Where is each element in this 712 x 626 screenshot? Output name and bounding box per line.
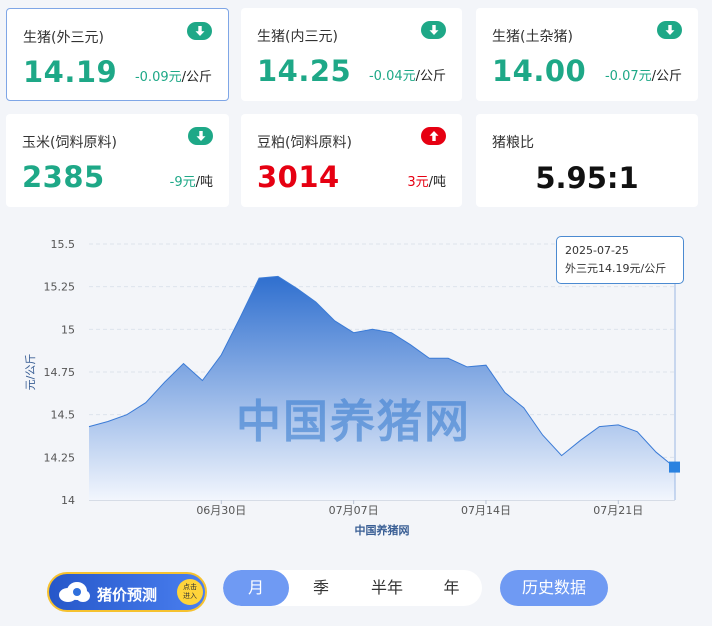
tab-quarter[interactable]: 季	[289, 570, 353, 606]
y-tick-label: 15.5	[51, 238, 76, 251]
arrow-down-icon	[657, 21, 682, 39]
y-tick-label: 15	[61, 323, 75, 336]
click-enter-badge: 点击 进入	[177, 579, 203, 605]
y-axis-label: 元/公斤	[24, 354, 37, 391]
tab-year[interactable]: 年	[421, 570, 482, 606]
change-unit: /公斤	[651, 69, 682, 84]
change-unit: /公斤	[415, 69, 446, 84]
price-forecast-banner[interactable]: 猪价预测 点击 进入	[47, 572, 207, 612]
arrow-down-icon	[187, 22, 212, 40]
change-amount: -9元	[169, 175, 196, 190]
card-hog-grain-ratio[interactable]: 猪粮比 5.95:1	[476, 114, 698, 207]
arrow-up-icon	[421, 127, 446, 145]
x-tick-label: 06月30日	[196, 504, 246, 517]
arrow-down-icon	[188, 127, 213, 145]
change-amount: -0.07元	[604, 69, 652, 84]
y-tick-label: 14	[61, 494, 75, 507]
tab-month[interactable]: 月	[223, 570, 289, 606]
card-change: -0.04元/公斤	[369, 65, 446, 84]
change-unit: /吨	[195, 175, 213, 190]
x-tick-label: 07月14日	[461, 504, 511, 517]
card-title: 豆粕(饲料原料)	[257, 135, 352, 151]
ratio-value: 5.95:1	[535, 161, 639, 195]
watermark: 中国养猪网	[236, 395, 472, 448]
change-amount: -0.04元	[368, 69, 416, 84]
card-soybean-meal[interactable]: 豆粕(饲料原料) 3014 3元/吨	[241, 114, 462, 207]
chart-tooltip: 2025-07-25 外三元14.19元/公斤	[556, 236, 684, 284]
card-corn[interactable]: 玉米(饲料原料) 2385 -9元/吨	[6, 114, 229, 207]
period-selector[interactable]: 月 季 半年 年	[223, 570, 482, 606]
y-tick-label: 15.25	[44, 281, 76, 294]
card-price: 14.25	[257, 54, 352, 88]
hover-point[interactable]	[669, 461, 680, 473]
card-title: 猪粮比	[492, 135, 534, 151]
card-title: 生猪(外三元)	[23, 30, 104, 46]
card-price: 3014	[257, 160, 340, 194]
card-title: 玉米(饲料原料)	[22, 135, 117, 151]
forecast-label: 猪价预测	[97, 586, 158, 604]
y-tick-label: 14.75	[44, 366, 76, 379]
tooltip-value: 外三元14.19元/公斤	[565, 262, 667, 275]
card-title: 生猪(土杂猪)	[492, 29, 573, 45]
card-price: 2385	[22, 160, 105, 194]
card-change: -0.09元/公斤	[135, 66, 212, 85]
y-tick-label: 14.25	[44, 451, 76, 464]
cloud-icon	[57, 580, 91, 608]
tab-half-year[interactable]: 半年	[353, 570, 421, 606]
card-live-hog-inner[interactable]: 生猪(内三元) 14.25 -0.04元/公斤	[241, 8, 462, 101]
arrow-down-icon	[421, 21, 446, 39]
card-live-hog-outer[interactable]: 生猪(外三元) 14.19 -0.09元/公斤	[6, 8, 229, 101]
x-axis-label: 中国养猪网	[355, 523, 410, 537]
change-amount: -0.09元	[134, 70, 182, 85]
card-change: 3元/吨	[407, 171, 446, 190]
tooltip-date: 2025-07-25	[565, 244, 629, 257]
card-live-hog-local[interactable]: 生猪(土杂猪) 14.00 -0.07元/公斤	[476, 8, 698, 101]
x-tick-label: 07月21日	[593, 504, 643, 517]
card-price: 14.19	[23, 55, 118, 89]
change-amount: 3元	[407, 175, 429, 190]
card-price: 14.00	[492, 54, 587, 88]
card-change: -0.07元/公斤	[605, 65, 682, 84]
y-tick-label: 14.5	[51, 409, 76, 422]
x-tick-label: 07月07日	[329, 504, 379, 517]
history-data-button[interactable]: 历史数据	[500, 570, 608, 606]
change-unit: /吨	[428, 175, 446, 190]
change-unit: /公斤	[181, 70, 212, 85]
card-title: 生猪(内三元)	[257, 29, 338, 45]
card-change: -9元/吨	[170, 171, 213, 190]
